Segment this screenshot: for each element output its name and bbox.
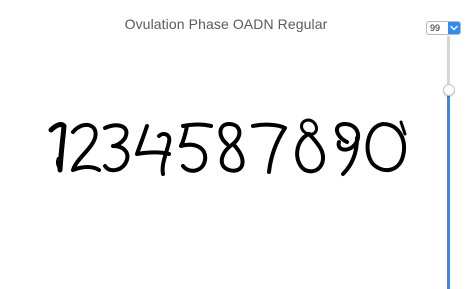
glyph-preview xyxy=(47,118,417,180)
chevron-down-icon[interactable] xyxy=(448,22,460,34)
font-size-slider-thumb[interactable] xyxy=(443,84,455,96)
glyph-preview-artwork xyxy=(48,118,407,176)
font-title: Ovulation Phase OADN Regular xyxy=(124,16,328,32)
font-preview-window: Ovulation Phase OADN Regular 99 xyxy=(0,0,474,289)
font-size-value: 99 xyxy=(430,23,441,33)
font-size-slider-fill xyxy=(447,92,450,289)
font-size-select[interactable]: 99 xyxy=(426,21,461,35)
